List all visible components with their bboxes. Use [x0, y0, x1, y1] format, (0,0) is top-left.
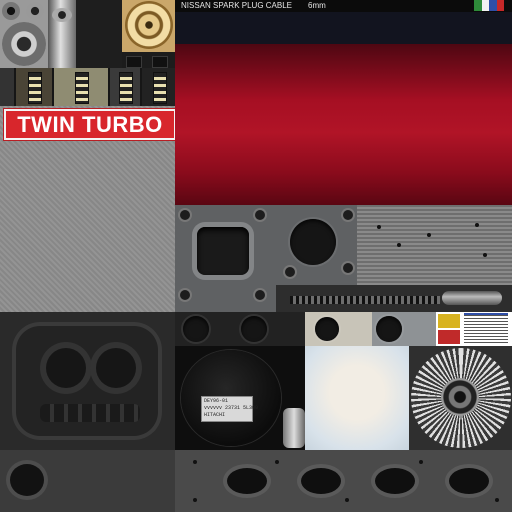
cable-label-bar: NISSAN SPARK PLUG CABLE 6mm	[175, 0, 512, 12]
texture-atlas: TWIN TURBO NISSAN SPARK PLUG CABLE 6mm D…	[0, 0, 512, 512]
rivet	[397, 243, 401, 247]
flag-stripe	[489, 0, 497, 11]
sensor-tile: DEY96-01 vvvvvv 23731 5L300 HITACHI	[175, 346, 305, 450]
connector-pins	[28, 72, 42, 104]
flag-stripes-icon	[474, 0, 504, 11]
round-hole	[10, 464, 44, 496]
rivet	[419, 460, 423, 464]
dark-metal-tile	[76, 0, 122, 68]
fan-clutch-tile	[409, 346, 512, 450]
housing-port	[46, 348, 86, 388]
rivet	[345, 498, 349, 502]
vent-slots	[290, 296, 440, 304]
sensor-label-line: HITACHI	[204, 412, 226, 418]
round-hole	[241, 316, 267, 342]
navy-strip	[175, 12, 512, 44]
screw-icon	[180, 210, 190, 220]
cable-label: NISSAN SPARK PLUG CABLE 6mm	[181, 1, 326, 11]
light-glow-tile	[305, 346, 409, 450]
housing-port	[96, 348, 136, 388]
connector-pins	[152, 72, 167, 104]
vented-rail	[276, 285, 512, 312]
round-hole	[376, 316, 402, 342]
flag-stripe	[481, 0, 489, 11]
oval-hole	[375, 468, 415, 494]
engine-cover-housing	[0, 312, 175, 450]
rivet	[483, 253, 487, 257]
round-hole	[315, 317, 339, 341]
screw-icon	[255, 290, 265, 300]
red-gradient-panel	[175, 44, 512, 205]
brass-cap-disk	[125, 1, 173, 49]
warning-label-icon	[438, 314, 460, 328]
hex-nut-icon	[2, 2, 20, 20]
oval-hole	[227, 468, 267, 494]
cable-label-title: NISSAN SPARK PLUG CABLE	[181, 1, 292, 10]
rivet	[377, 225, 381, 229]
screw-icon	[343, 210, 353, 220]
cylinder-cap	[52, 8, 72, 22]
dark-holes-tile	[175, 312, 305, 346]
dark-strip-tile	[122, 52, 175, 68]
rivet	[475, 223, 479, 227]
flag-stripe	[474, 0, 482, 11]
bottom-left-strip	[0, 450, 175, 512]
square-port	[126, 56, 142, 68]
flag-stripe	[496, 0, 504, 11]
chrome-cylinder-tile	[48, 0, 76, 68]
rivet	[193, 498, 197, 502]
label-fine-print	[464, 315, 508, 343]
connector-tile	[54, 68, 108, 106]
bolt-icon	[26, 2, 44, 20]
chrome-rod	[442, 291, 502, 305]
twin-turbo-badge: TWIN TURBO	[4, 109, 175, 140]
connector-pins	[119, 72, 133, 104]
connector-pins	[75, 72, 89, 104]
connector-row	[14, 68, 175, 106]
sensor-label-line: vvvvvv 23731 5L300	[204, 405, 259, 411]
rivet	[427, 233, 431, 237]
metal-clip	[283, 408, 305, 448]
screw-icon	[255, 210, 265, 220]
warning-labels	[436, 312, 512, 346]
screw-icon	[285, 267, 295, 277]
rivet	[495, 498, 499, 502]
sensor-label: DEY96-01 vvvvvv 23731 5L300 HITACHI	[201, 396, 259, 422]
intercooler-plate: TWIN TURBO	[0, 106, 175, 312]
cream-hole-tile	[305, 312, 372, 346]
cable-label-size: 6mm	[308, 1, 326, 10]
caution-label-icon	[438, 330, 460, 344]
pulley-ring	[2, 22, 46, 66]
round-hole	[290, 219, 336, 265]
square-port	[152, 56, 168, 68]
rivet	[193, 460, 197, 464]
housing-ribs	[40, 404, 140, 422]
oval-hole	[449, 468, 489, 494]
oval-hole	[301, 468, 341, 494]
rivet	[275, 460, 279, 464]
screw-icon	[180, 290, 190, 300]
ribbed-grille	[357, 205, 512, 285]
metal-gear-tile	[0, 0, 48, 68]
badge-text: TWIN TURBO	[17, 111, 163, 137]
sensor-label-line: DEY96-01	[204, 398, 229, 404]
fan-hub	[441, 378, 479, 416]
housing-body	[12, 322, 162, 440]
round-hole	[183, 316, 209, 342]
grey-hole-tile	[372, 312, 436, 346]
brass-cap-tile	[122, 0, 175, 52]
screw-icon	[343, 263, 353, 273]
connector-tile	[110, 68, 140, 106]
connector-tile	[142, 68, 175, 106]
oval-holes-strip	[175, 450, 512, 512]
square-hole	[197, 227, 249, 275]
connector-tile	[16, 68, 52, 106]
